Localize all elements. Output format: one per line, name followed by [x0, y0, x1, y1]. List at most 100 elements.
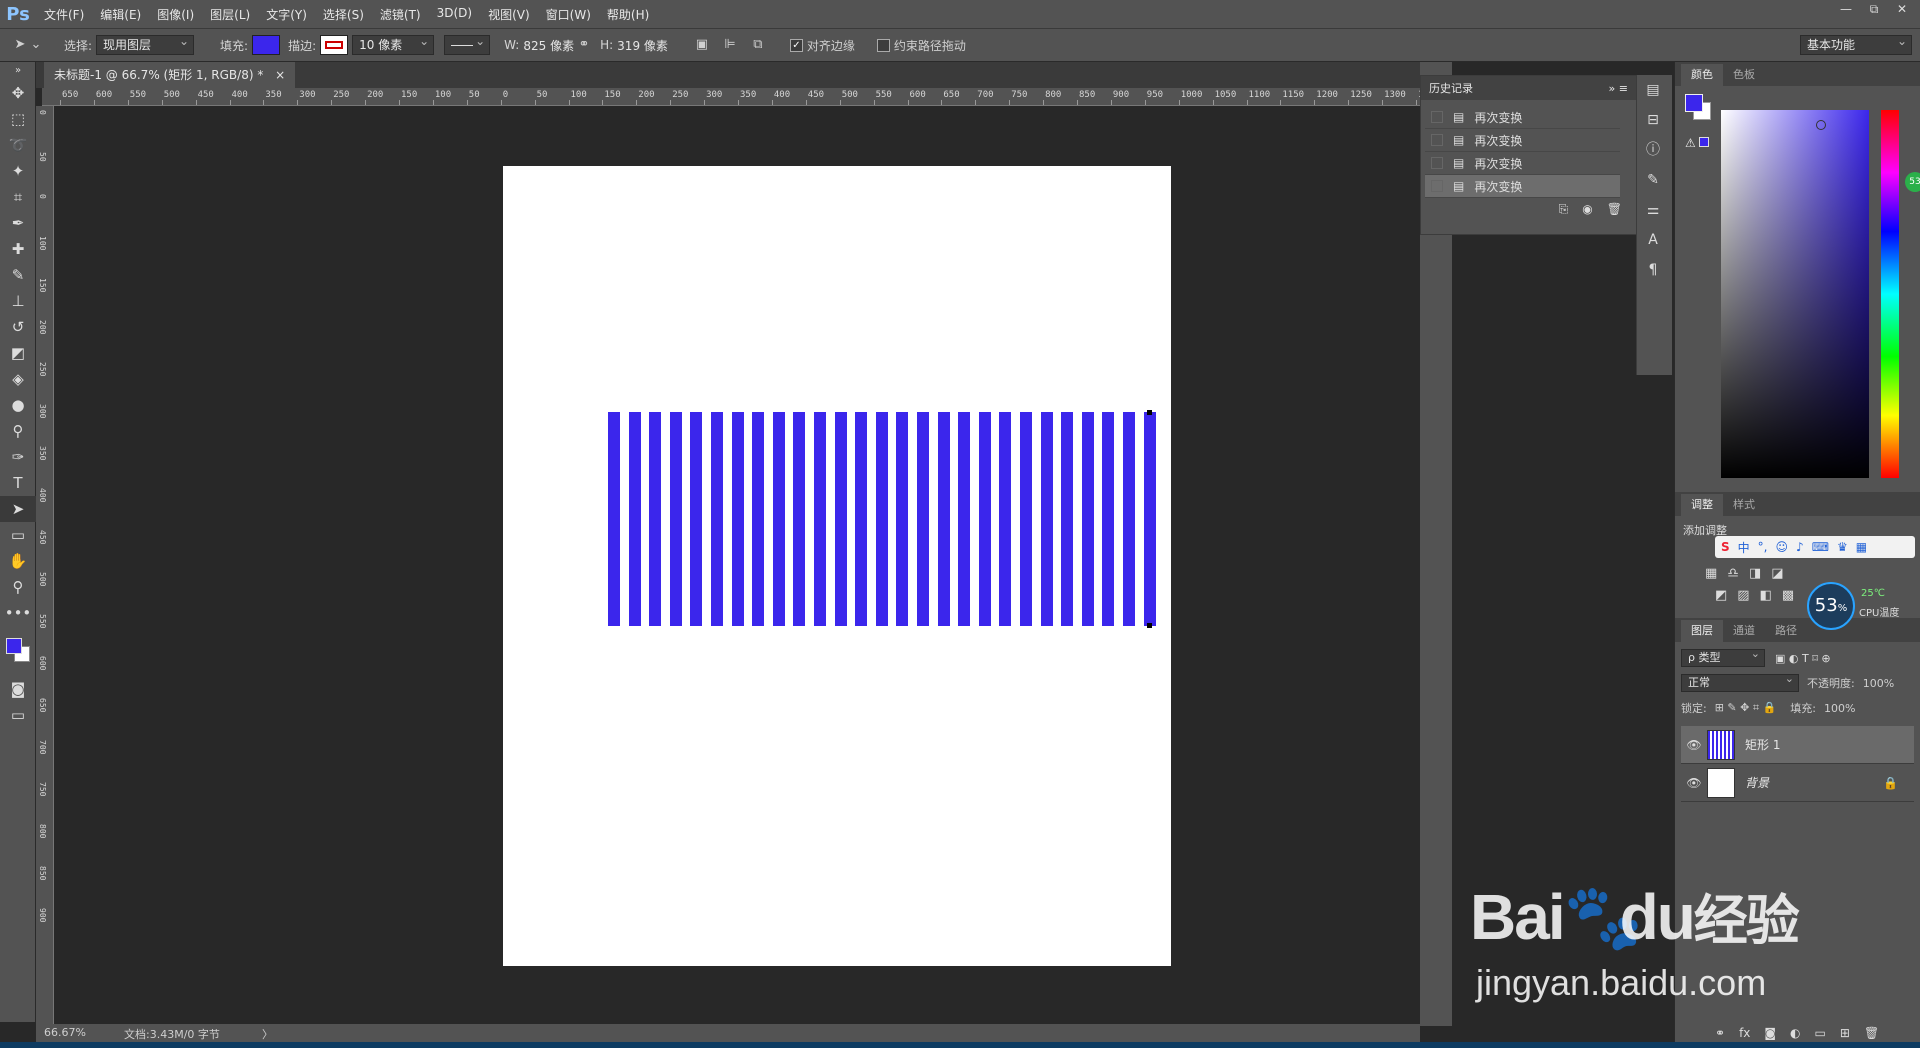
- cpu-usage-widget[interactable]: 53%: [1807, 582, 1855, 630]
- link-layers-icon[interactable]: ⚭: [1715, 1026, 1725, 1040]
- path-operations-icon[interactable]: ▣: [692, 35, 712, 55]
- quick-mask-icon[interactable]: ◙: [0, 676, 36, 702]
- emoji-icon[interactable]: ☺: [1776, 540, 1789, 554]
- stroke-color-swatch[interactable]: [320, 35, 349, 55]
- eyedropper-tool-icon[interactable]: ✒: [0, 210, 36, 236]
- history-panel-icon[interactable]: ▤: [1637, 75, 1669, 105]
- opacity-value[interactable]: 100%: [1863, 677, 1894, 690]
- clone-stamp-tool-icon[interactable]: ⊥: [0, 288, 36, 314]
- magic-wand-tool-icon[interactable]: ✦: [0, 158, 36, 184]
- delete-layer-icon[interactable]: 🗑: [1864, 1026, 1879, 1040]
- paragraph-panel-icon[interactable]: ¶: [1637, 255, 1669, 285]
- close-button[interactable]: ✕: [1888, 0, 1916, 18]
- lock-icons[interactable]: ⊞ ✎ ✥ ⌗ 🔒: [1715, 701, 1777, 715]
- fx-icon[interactable]: fx: [1739, 1026, 1750, 1040]
- minimize-button[interactable]: —: [1832, 0, 1860, 18]
- align-edges-option[interactable]: ✓ 对齐边缘: [789, 37, 855, 54]
- path-alignment-icon[interactable]: ⊫: [720, 35, 740, 55]
- new-document-icon[interactable]: ⎘: [1559, 202, 1569, 217]
- menu-item[interactable]: 窗口(W): [538, 6, 599, 23]
- anchor-bottom-right[interactable]: [1147, 623, 1152, 628]
- history-source-box[interactable]: [1431, 157, 1443, 169]
- tab-color[interactable]: 颜色: [1681, 64, 1723, 86]
- path-arrangement-icon[interactable]: ⧉: [748, 35, 768, 55]
- constrain-checkbox[interactable]: [876, 38, 890, 52]
- width-value[interactable]: 825 像素: [523, 37, 574, 54]
- menu-item[interactable]: 选择(S): [315, 6, 372, 23]
- gradient-map-icon[interactable]: ▩: [1782, 588, 1794, 603]
- chevron-down-icon[interactable]: ⌄: [30, 35, 42, 55]
- brush-panel-icon[interactable]: ✎: [1637, 165, 1669, 195]
- tab-layers[interactable]: 图层: [1681, 620, 1723, 642]
- brightness-icon[interactable]: ▦: [1705, 566, 1717, 581]
- height-value[interactable]: 319 像素: [617, 37, 668, 54]
- layer-filter-dropdown[interactable]: ρ 类型: [1681, 646, 1765, 667]
- layer-row[interactable]: 👁 矩形 1: [1681, 726, 1914, 764]
- link-icon[interactable]: ⚭: [574, 35, 594, 55]
- menu-item[interactable]: 视图(V): [480, 6, 538, 23]
- tab-channels[interactable]: 通道: [1723, 620, 1765, 642]
- close-tab-icon[interactable]: ×: [275, 68, 285, 82]
- ime-toolbar[interactable]: S 中 °, ☺ ♪ ⌨ ♛ ▦: [1715, 536, 1915, 558]
- brush-tool-icon[interactable]: ✎: [0, 262, 36, 288]
- menu-item[interactable]: 文字(Y): [258, 6, 315, 23]
- curves-icon[interactable]: ◨: [1749, 566, 1761, 581]
- history-source-box[interactable]: [1431, 180, 1443, 192]
- collapse-icon[interactable]: »: [0, 62, 36, 80]
- dodge-tool-icon[interactable]: ⚲: [0, 418, 36, 444]
- blur-tool-icon[interactable]: ●: [0, 392, 36, 418]
- layer-filter-icons[interactable]: ▣ ◐ T ⌑ ⊕: [1775, 652, 1831, 665]
- levels-icon[interactable]: ♎: [1727, 566, 1739, 581]
- posterize-icon[interactable]: ▨: [1737, 588, 1749, 603]
- align-edges-checkbox[interactable]: ✓: [789, 38, 803, 52]
- history-item[interactable]: ▤ 再次变换: [1425, 152, 1620, 175]
- invert-icon[interactable]: ◩: [1715, 588, 1727, 603]
- menu-item[interactable]: 帮助(H): [599, 6, 657, 23]
- document-tab[interactable]: 未标题-1 @ 66.7% (矩形 1, RGB/8) * ×: [44, 62, 296, 88]
- stroke-size-dropdown[interactable]: 10 像素: [352, 32, 435, 55]
- history-item[interactable]: ▤ 再次变换: [1425, 175, 1620, 198]
- history-item[interactable]: ▤ 再次变换: [1425, 106, 1620, 129]
- move-tool-icon[interactable]: ✥: [0, 80, 36, 106]
- layer-name[interactable]: 背景: [1745, 774, 1883, 791]
- zoom-level[interactable]: 66.67%: [44, 1026, 86, 1039]
- constrain-option[interactable]: 约束路径拖动: [876, 37, 966, 54]
- more-tools-icon[interactable]: •••: [0, 600, 36, 626]
- visibility-eye-icon[interactable]: 👁: [1681, 738, 1707, 752]
- workspace-dropdown[interactable]: 基本功能: [1800, 32, 1912, 55]
- history-item[interactable]: ▤ 再次变换: [1425, 129, 1620, 152]
- fill-color-swatch[interactable]: [252, 35, 281, 55]
- crop-tool-icon[interactable]: ⌗: [0, 184, 36, 210]
- new-layer-icon[interactable]: ⊞: [1840, 1026, 1850, 1040]
- tab-paths[interactable]: 路径: [1765, 620, 1807, 642]
- group-icon[interactable]: ▭: [1815, 1026, 1826, 1040]
- properties-panel-icon[interactable]: ⊟: [1637, 105, 1669, 135]
- layer-row[interactable]: 👁 背景 🔒: [1681, 764, 1914, 802]
- character-panel-icon[interactable]: A: [1637, 225, 1669, 255]
- warning-icon[interactable]: ⚠: [1685, 136, 1709, 150]
- threshold-icon[interactable]: ◧: [1760, 588, 1772, 603]
- history-source-box[interactable]: [1431, 134, 1443, 146]
- mic-icon[interactable]: ♪: [1796, 540, 1804, 554]
- delete-icon[interactable]: 🗑: [1607, 202, 1622, 217]
- healing-brush-tool-icon[interactable]: ✚: [0, 236, 36, 262]
- lock-icon[interactable]: 🔒: [1883, 776, 1898, 790]
- hand-tool-icon[interactable]: ✋: [0, 548, 36, 574]
- zoom-tool-icon[interactable]: ⚲: [0, 574, 36, 600]
- info-panel-icon[interactable]: ⓘ: [1637, 135, 1669, 165]
- snapshot-icon[interactable]: ◉: [1582, 202, 1592, 217]
- color-picker-field[interactable]: [1721, 110, 1869, 478]
- restore-button[interactable]: ⧉: [1860, 0, 1888, 18]
- select-dropdown[interactable]: 现用图层: [96, 32, 195, 55]
- type-tool-icon[interactable]: T: [0, 470, 36, 496]
- rectangle-tool-icon[interactable]: ▭: [0, 522, 36, 548]
- tab-swatches[interactable]: 色板: [1723, 64, 1765, 86]
- anchor-top-right[interactable]: [1147, 410, 1152, 415]
- status-menu-icon[interactable]: 〉: [262, 1026, 273, 1042]
- menu-item[interactable]: 图层(L): [202, 6, 258, 23]
- fill-value[interactable]: 100%: [1824, 702, 1855, 715]
- history-source-box[interactable]: [1431, 111, 1443, 123]
- exposure-icon[interactable]: ◪: [1771, 566, 1783, 581]
- hue-slider[interactable]: [1881, 110, 1899, 478]
- marquee-tool-icon[interactable]: ⬚: [0, 106, 36, 132]
